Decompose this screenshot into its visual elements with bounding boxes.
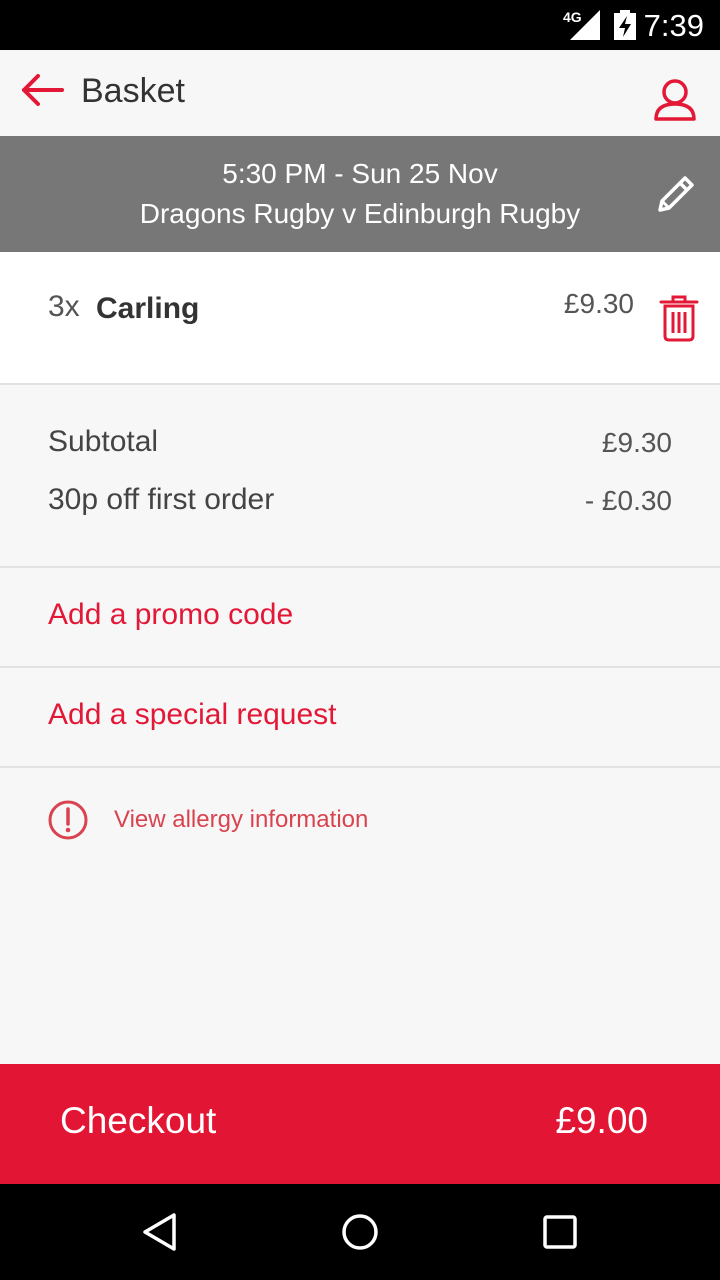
checkout-button[interactable]: Checkout £9.00 <box>0 1064 720 1184</box>
view-allergy-info-link[interactable]: View allergy information <box>0 770 720 870</box>
checkout-total: £9.00 <box>555 1100 648 1141</box>
event-header: 5:30 PM - Sun 25 Nov Dragons Rugby v Edi… <box>0 136 720 252</box>
discount-value: - £0.30 <box>584 485 672 516</box>
subtotal-value: £9.30 <box>601 427 672 458</box>
add-promo-code-link[interactable]: Add a promo code <box>0 568 720 668</box>
discount-label: 30p off first order <box>48 483 275 516</box>
app-bar: Basket <box>0 50 720 136</box>
system-nav-bar <box>0 1184 720 1280</box>
item-quantity: 3x <box>48 290 80 323</box>
order-totals: Subtotal £9.30 30p off first order - £0.… <box>0 385 720 568</box>
special-request-label: Add a special request <box>48 698 337 731</box>
status-bar: 4G 7:39 <box>0 0 720 50</box>
battery-charging-icon <box>614 10 636 40</box>
add-special-request-link[interactable]: Add a special request <box>0 668 720 768</box>
user-icon[interactable] <box>650 76 700 126</box>
page-title: Basket <box>81 72 185 110</box>
pencil-icon[interactable] <box>652 170 700 218</box>
subtotal-label: Subtotal <box>48 425 159 458</box>
allergy-label: View allergy information <box>114 806 369 833</box>
event-datetime: 5:30 PM - Sun 25 Nov <box>222 158 498 189</box>
back-arrow-icon[interactable] <box>18 70 66 114</box>
item-name: Carling <box>96 292 200 325</box>
nav-home-icon[interactable] <box>340 1212 380 1252</box>
promo-label: Add a promo code <box>48 598 294 631</box>
checkout-label: Checkout <box>60 1100 217 1141</box>
item-price: £9.30 <box>563 288 634 319</box>
event-match: Dragons Rugby v Edinburgh Rugby <box>139 198 581 229</box>
clock: 7:39 <box>643 8 704 43</box>
nav-back-icon[interactable] <box>140 1212 180 1252</box>
trash-icon[interactable] <box>658 294 700 342</box>
signal-icon <box>570 10 600 40</box>
exclamation-circle-icon <box>48 800 88 840</box>
nav-recents-icon[interactable] <box>540 1212 580 1252</box>
basket-item: 3x Carling £9.30 <box>0 252 720 385</box>
